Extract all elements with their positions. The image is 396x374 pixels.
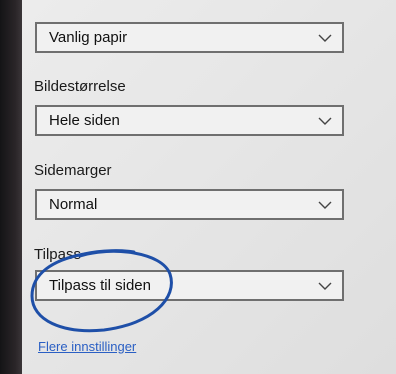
chevron-down-icon [318, 282, 332, 290]
chevron-down-icon [318, 201, 332, 209]
more-settings-link[interactable]: Flere innstillinger [38, 339, 136, 354]
hand-drawn-circle-annotation [30, 249, 173, 333]
window-edge [0, 0, 22, 374]
paper-type-select[interactable]: Vanlig papir [35, 22, 344, 53]
image-size-label: Bildestørrelse [34, 78, 126, 95]
paper-type-value: Vanlig papir [49, 29, 128, 46]
chevron-down-icon [318, 117, 332, 125]
image-size-value: Hele siden [49, 112, 120, 129]
image-size-select[interactable]: Hele siden [35, 105, 344, 136]
margins-value: Normal [49, 196, 98, 213]
margins-label: Sidemarger [34, 162, 112, 179]
margins-select[interactable]: Normal [35, 189, 344, 220]
chevron-down-icon [318, 34, 332, 42]
